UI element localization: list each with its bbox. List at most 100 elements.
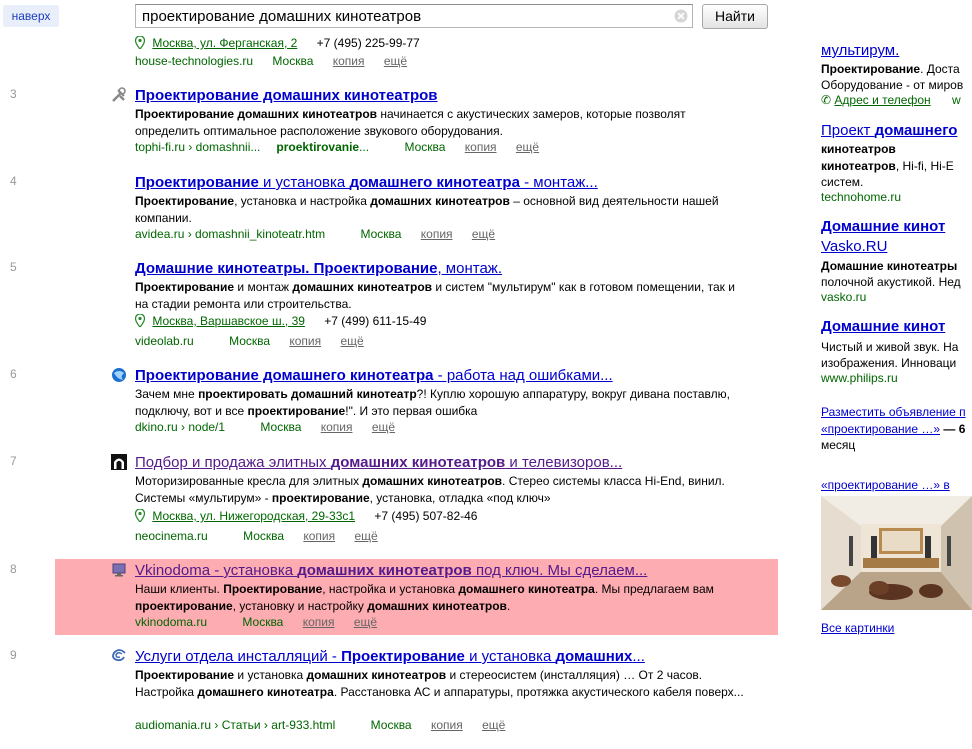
highlighted-term: домашних кинотеатров — [306, 668, 447, 682]
ad-2-title-link[interactable]: Проект домашнего — [821, 122, 957, 139]
map-pin-icon — [134, 35, 146, 52]
text-fragment: - работа над ошибками... — [433, 367, 613, 384]
ad-3-title-link-2[interactable]: Vasko.RU — [821, 238, 887, 255]
highlighted-term: проектирование — [247, 404, 346, 418]
highlighted-term: Проектирование — [135, 280, 235, 294]
scroll-to-top-button[interactable]: наверх — [3, 5, 59, 27]
ad-2-rest: , Hi-fi, Hi-E — [895, 159, 954, 173]
highlighted-term: Домашние кинотеатры. Проектирование — [135, 260, 438, 277]
partial-result-copy-link[interactable]: копия — [333, 54, 365, 68]
result-url[interactable]: tophi-fi.ru › domashnii... proektirovanie… — [135, 140, 385, 154]
result-more-link[interactable]: ещё — [516, 140, 539, 154]
result-url[interactable]: vkinodoma.ru — [135, 615, 223, 629]
result-number: 3 — [10, 87, 17, 101]
highlighted-term: домашних кинотеатров — [367, 599, 507, 613]
search-button[interactable]: Найти — [702, 4, 768, 29]
text-fragment: , установка и настройка — [234, 194, 371, 208]
result-street-link[interactable]: Москва, ул. Нижегородская, 29-33с1 — [152, 509, 355, 523]
result-url-line: neocinema.ru Москва копия ещё — [135, 529, 394, 543]
text-fragment: Моторизированные кресла для элитных — [135, 474, 363, 488]
result-title-link[interactable]: Проектирование и установка домашнего кин… — [135, 174, 598, 191]
result-snippet: Проектирование домашних кинотеатров начи… — [135, 106, 745, 140]
ad-4-title-link[interactable]: Домашние кинот — [821, 318, 945, 335]
text-fragment: Зачем мне — [135, 387, 199, 401]
result-title-link[interactable]: Подбор и продажа элитных домашних киноте… — [135, 454, 622, 471]
search-input[interactable] — [142, 7, 662, 25]
result-city: Москва — [243, 529, 285, 543]
result-url[interactable]: neocinema.ru — [135, 529, 224, 543]
text-fragment: Услуги отдела инсталляций - — [135, 648, 342, 665]
result-copy-link[interactable]: копия — [289, 334, 321, 348]
result-more-link[interactable]: ещё — [472, 227, 495, 241]
result-url[interactable]: avidea.ru › domashnii_kinoteatr.htm — [135, 227, 341, 241]
ad-1-address-link[interactable]: Адрес и телефон — [834, 93, 930, 107]
text-fragment: . Расстановка АС и аппаратуры, протяжка … — [333, 685, 744, 699]
globe-icon — [111, 367, 127, 383]
place-ad-link[interactable]: Разместить объявление п — [821, 405, 966, 419]
ad-2-bold: кинотеатров — [821, 159, 896, 173]
highlighted-term: домашних — [555, 648, 633, 665]
map-pin-icon — [134, 508, 146, 525]
highlighted-term: домашних кинотеатров — [330, 454, 506, 471]
ad-4-text-line-2: изображения. Инноваци — [821, 356, 957, 370]
result-url-line: vkinodoma.ru Москва копия ещё — [135, 615, 393, 629]
text-fragment: и установка — [258, 174, 350, 191]
result-phone: +7 (495) 507-82-46 — [374, 509, 478, 523]
highlighted-term: проектирование — [271, 491, 370, 505]
result-more-link[interactable]: ещё — [482, 718, 505, 732]
highlighted-term: Проектирование домашнего кинотеатра — [135, 367, 434, 384]
result-title-link[interactable]: Проектирование домашнего кинотеатра - ра… — [135, 367, 613, 384]
place-ad-query-link[interactable]: «проектирование …» — [821, 422, 940, 436]
text-fragment: ... — [632, 648, 645, 665]
result-url[interactable]: audiomania.ru › Статьи › art-933.html — [135, 718, 351, 732]
partial-result-domain[interactable]: house-technologies.ru — [135, 54, 253, 68]
home-cinema-thumbnail[interactable] — [821, 496, 972, 610]
images-query-link[interactable]: «проектирование …» в — [821, 478, 950, 492]
phone-handset-icon: ✆ — [821, 93, 832, 107]
text-fragment: Наши клиенты. — [135, 582, 224, 596]
result-number: 8 — [10, 562, 17, 576]
text-fragment: , настройка и установка — [322, 582, 459, 596]
result-more-link[interactable]: ещё — [372, 420, 395, 434]
highlighted-term: домашних кинотеатров — [297, 562, 472, 579]
result-title-link[interactable]: Проектирование домашних кинотеатров — [135, 87, 438, 104]
ad-4-url[interactable]: www.philips.ru — [821, 371, 898, 385]
result-title-link[interactable]: Vkinodoma - установка домашних кинотеатр… — [135, 562, 647, 579]
text-fragment: и установка — [234, 668, 307, 682]
result-more-link[interactable]: ещё — [354, 615, 377, 629]
result-more-link[interactable]: ещё — [340, 334, 363, 348]
result-address-line: Москва, ул. Нижегородская, 29-33с1 +7 (4… — [134, 508, 478, 525]
tools-icon — [111, 87, 127, 103]
ad-1-contact-line: ✆ Адрес и телефон w — [821, 93, 961, 107]
highlighted-term: Проектирование — [135, 668, 235, 682]
result-city: Москва — [404, 140, 446, 154]
partial-result-more-link[interactable]: ещё — [384, 54, 407, 68]
ad-1-title-link[interactable]: мультирум. — [821, 42, 899, 59]
result-copy-link[interactable]: копия — [431, 718, 463, 732]
ad-2-title-bold: домашнего — [874, 122, 958, 139]
result-copy-link[interactable]: копия — [421, 227, 453, 241]
result-title-link[interactable]: Домашние кинотеатры. Проектирование, мон… — [135, 260, 502, 277]
result-copy-link[interactable]: копия — [465, 140, 497, 154]
result-street-link[interactable]: Москва, Варшавское ш., 39 — [152, 314, 305, 328]
result-copy-link[interactable]: копия — [303, 615, 335, 629]
text-fragment: Подбор и продажа элитных — [135, 454, 331, 471]
result-copy-link[interactable]: копия — [303, 529, 335, 543]
all-images-link[interactable]: Все картинки — [821, 621, 894, 635]
result-number: 4 — [10, 174, 17, 188]
result-snippet: Моторизированные кресла для элитных дома… — [135, 473, 745, 507]
partial-result-street-link[interactable]: Москва, ул. Ферганская, 2 — [152, 36, 297, 50]
result-url[interactable]: dkino.ru › node/1 — [135, 420, 241, 434]
result-copy-link[interactable]: копия — [321, 420, 353, 434]
result-title-link[interactable]: Услуги отдела инсталляций - Проектирован… — [135, 648, 645, 665]
highlighted-term: Проектирование — [223, 582, 323, 596]
partial-result-phone: +7 (495) 225-99-77 — [316, 36, 420, 50]
clear-icon[interactable] — [674, 9, 688, 23]
partial-result-url-line: house-technologies.ru Москва копия ещё — [135, 54, 423, 68]
ad-3-title-link[interactable]: Домашние кинот — [821, 218, 945, 235]
result-more-link[interactable]: ещё — [354, 529, 377, 543]
ad-2-url[interactable]: technohome.ru — [821, 190, 901, 204]
text-fragment: . Мы предлагаем вам — [594, 582, 714, 596]
result-url[interactable]: videolab.ru — [135, 334, 210, 348]
ad-3-url[interactable]: vasko.ru — [821, 290, 866, 304]
